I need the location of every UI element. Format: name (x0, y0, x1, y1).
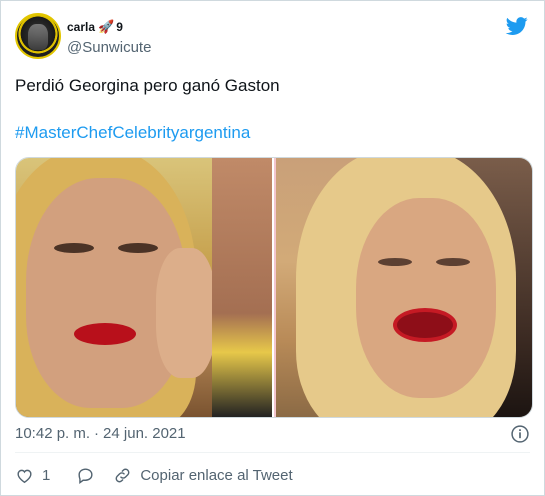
tweet-media[interactable] (15, 157, 533, 418)
photo-eye (118, 243, 158, 253)
link-icon (115, 468, 130, 482)
tweet-date: 24 jun. 2021 (103, 425, 186, 442)
tweet-card: carla 🚀 9 @Sunwicute Perdió Georgina per… (0, 0, 545, 496)
display-name-suffix: 9 (116, 20, 123, 34)
photo-background-person (212, 158, 272, 417)
photo-eye (378, 258, 412, 266)
display-name-row[interactable]: carla 🚀 9 (67, 17, 123, 37)
photo-face (356, 198, 496, 398)
tweet-timestamp[interactable]: 10:42 p. m. · 24 jun. 2021 (15, 425, 186, 442)
divider (15, 452, 530, 453)
photo-hand (156, 248, 216, 378)
avatar-figure (28, 24, 48, 50)
photo-left-crying[interactable] (16, 158, 272, 417)
hashtag-link[interactable]: #MasterChefCelebrityargentina (15, 122, 250, 144)
photo-mouth (393, 308, 457, 342)
heart-icon (17, 469, 32, 483)
photo-mouth (74, 323, 136, 345)
timestamp-separator: · (94, 425, 100, 442)
like-count: 1 (42, 466, 51, 484)
reply-icon (78, 467, 93, 484)
photo-right-laughing[interactable] (274, 158, 532, 417)
photo-eye (436, 258, 470, 266)
copy-link-label: Copiar enlace al Tweet (140, 466, 293, 484)
display-name: carla (67, 20, 96, 34)
tweet-time: 10:42 p. m. (15, 425, 91, 442)
copy-link-button[interactable]: Copiar enlace al Tweet (113, 466, 293, 485)
photo-eye (54, 243, 94, 253)
reply-button[interactable] (76, 466, 95, 485)
like-button[interactable]: 1 (15, 466, 50, 485)
tweet-actions: 1 Copiar enlace al Tweet (15, 463, 293, 487)
avatar[interactable] (15, 13, 61, 59)
info-icon[interactable] (510, 424, 530, 444)
tweet-text: Perdió Georgina pero ganó Gaston (15, 76, 280, 95)
rocket-icon: 🚀 (98, 19, 115, 34)
user-handle[interactable]: @Sunwicute (67, 39, 151, 56)
twitter-bird-icon[interactable] (504, 15, 530, 37)
tweet-header: carla 🚀 9 @Sunwicute (15, 13, 530, 61)
